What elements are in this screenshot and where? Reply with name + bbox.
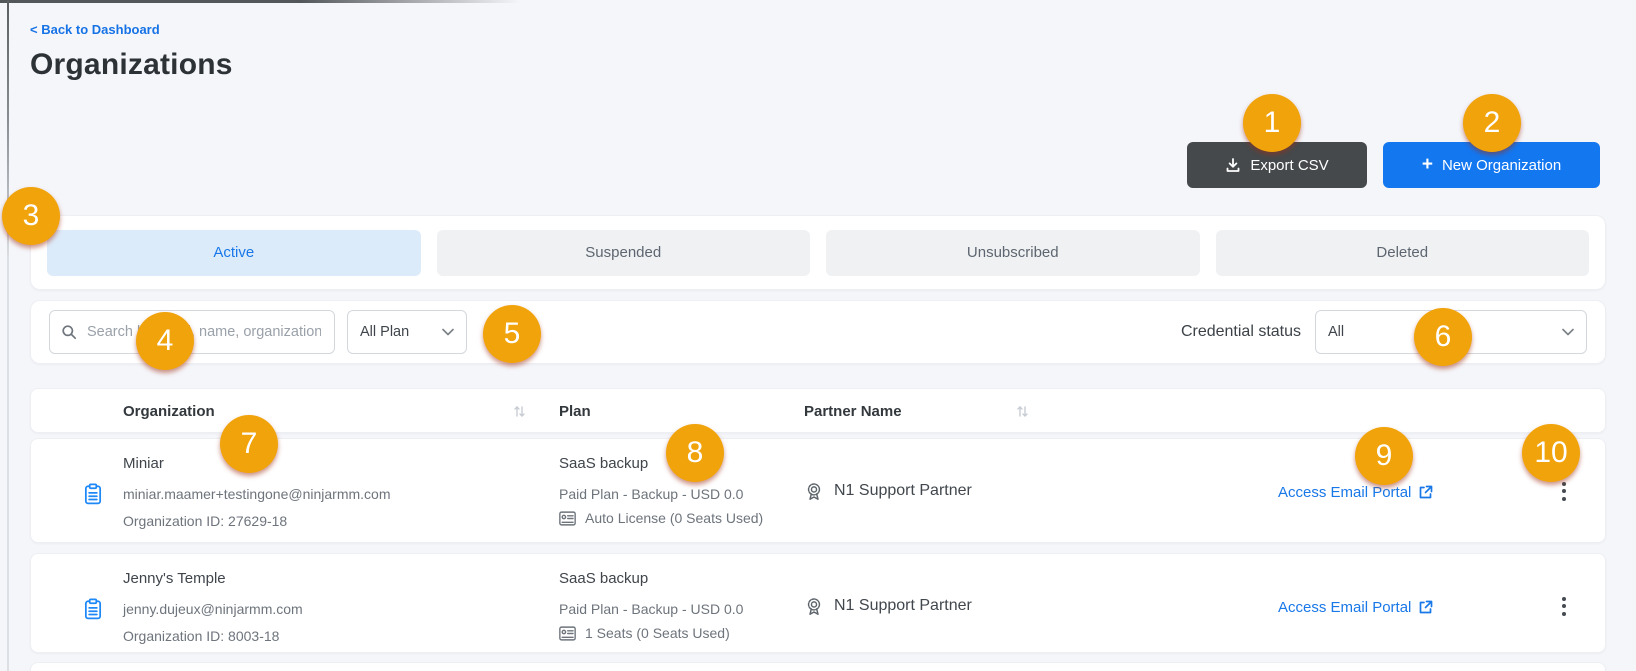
chevron-down-icon xyxy=(1562,328,1574,336)
license-seats-label: Auto License (0 Seats Used) xyxy=(585,510,763,526)
annotation-badge-7: 7 xyxy=(220,415,278,473)
organization-email: miniar.maamer+testingone@ninjarmm.com xyxy=(123,486,390,502)
search-input[interactable] xyxy=(85,323,323,341)
table-row: Jenny's Temple jenny.dujeux@ninjarmm.com… xyxy=(30,553,1606,653)
annotation-badge-1: 1 xyxy=(1243,94,1301,152)
copy-clipboard-icon[interactable] xyxy=(83,483,103,510)
partner-badge-icon xyxy=(804,481,824,501)
partner-name: N1 Support Partner xyxy=(834,597,972,615)
row-actions-kebab-icon[interactable] xyxy=(1547,584,1581,628)
tab-unsubscribed[interactable]: Unsubscribed xyxy=(826,230,1200,276)
sort-icon[interactable] xyxy=(513,404,526,424)
annotation-badge-3: 3 xyxy=(2,187,60,245)
credential-status-label: Credential status xyxy=(1181,323,1301,341)
tab-unsubscribed-label: Unsubscribed xyxy=(967,244,1059,261)
plan-detail: Paid Plan - Backup - USD 0.0 xyxy=(559,601,743,617)
partner-badge-icon xyxy=(804,596,824,616)
plan-filter-select[interactable]: All Plan xyxy=(347,310,467,354)
page-title: Organizations xyxy=(30,48,233,82)
partner-name-cell: N1 Support Partner xyxy=(804,596,972,616)
plan-name: SaaS backup xyxy=(559,455,648,472)
annotation-badge-4: 4 xyxy=(136,312,194,370)
external-link-icon xyxy=(1418,600,1433,615)
annotation-badge-2: 2 xyxy=(1463,94,1521,152)
table-row-partial xyxy=(30,662,1606,671)
annotation-badge-10: 10 xyxy=(1522,424,1580,482)
organization-id: Organization ID: 8003-18 xyxy=(123,628,279,644)
tab-active[interactable]: Active xyxy=(47,230,421,276)
partner-name-cell: N1 Support Partner xyxy=(804,481,972,501)
organization-name: Miniar xyxy=(123,455,164,472)
plus-icon: + xyxy=(1422,155,1433,174)
download-icon xyxy=(1225,157,1241,173)
annotation-badge-8: 8 xyxy=(666,424,724,482)
license-card-icon xyxy=(559,511,576,526)
license-seats: 1 Seats (0 Seats Used) xyxy=(559,625,730,641)
filter-bar: All Plan Credential status All xyxy=(30,300,1606,364)
annotation-badge-5: 5 xyxy=(483,305,541,363)
status-tabs: Active Suspended Unsubscribed Deleted xyxy=(30,215,1606,290)
license-card-icon xyxy=(559,626,576,641)
screenshot-edge-top xyxy=(0,0,520,3)
organization-name: Jenny's Temple xyxy=(123,570,226,587)
back-to-dashboard-link[interactable]: < Back to Dashboard xyxy=(30,22,160,37)
tab-deleted[interactable]: Deleted xyxy=(1216,230,1590,276)
screenshot-edge-left xyxy=(7,0,9,671)
tab-deleted-label: Deleted xyxy=(1376,244,1428,261)
partner-name: N1 Support Partner xyxy=(834,482,972,500)
sort-icon[interactable] xyxy=(1016,404,1029,424)
column-header-plan[interactable]: Plan xyxy=(559,389,591,434)
organizations-page: < Back to Dashboard Organizations Export… xyxy=(0,0,1636,671)
copy-clipboard-icon[interactable] xyxy=(83,598,103,625)
license-seats: Auto License (0 Seats Used) xyxy=(559,510,763,526)
credential-status-value: All xyxy=(1328,324,1344,340)
external-link-icon xyxy=(1418,485,1433,500)
tab-suspended[interactable]: Suspended xyxy=(437,230,811,276)
license-seats-label: 1 Seats (0 Seats Used) xyxy=(585,625,730,641)
export-csv-label: Export CSV xyxy=(1250,157,1328,174)
tab-suspended-label: Suspended xyxy=(585,244,661,261)
plan-detail: Paid Plan - Backup - USD 0.0 xyxy=(559,486,743,502)
column-header-partner-name[interactable]: Partner Name xyxy=(804,389,902,434)
plan-name: SaaS backup xyxy=(559,570,648,587)
search-icon xyxy=(61,324,77,340)
plan-filter-value: All Plan xyxy=(360,324,409,340)
access-email-portal-link[interactable]: Access Email Portal xyxy=(1278,599,1433,616)
tab-active-label: Active xyxy=(213,244,254,261)
annotation-badge-9: 9 xyxy=(1355,427,1413,485)
annotation-badge-6: 6 xyxy=(1414,308,1472,366)
organization-email: jenny.dujeux@ninjarmm.com xyxy=(123,601,303,617)
access-email-portal-label: Access Email Portal xyxy=(1278,484,1411,501)
access-email-portal-label: Access Email Portal xyxy=(1278,599,1411,616)
column-header-organization[interactable]: Organization xyxy=(123,389,215,434)
chevron-down-icon xyxy=(442,328,454,336)
new-organization-label: New Organization xyxy=(1442,157,1561,174)
organization-id: Organization ID: 27629-18 xyxy=(123,513,287,529)
access-email-portal-link[interactable]: Access Email Portal xyxy=(1278,484,1433,501)
